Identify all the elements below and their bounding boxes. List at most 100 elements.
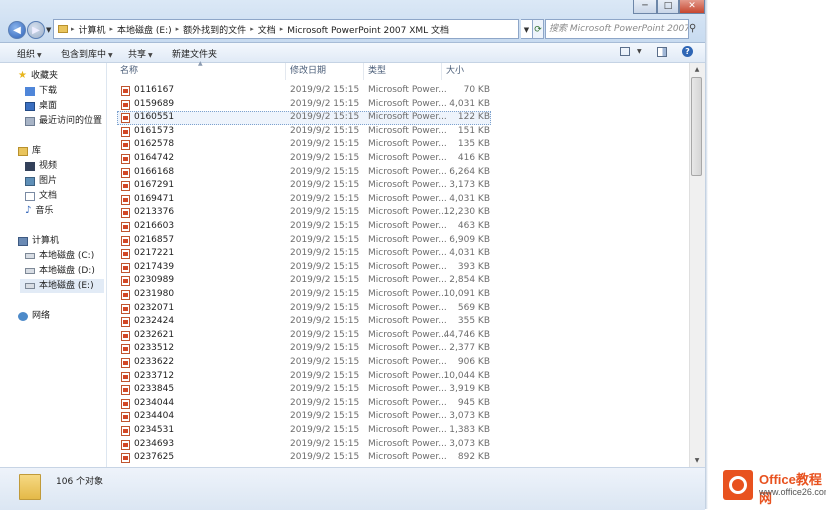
nav-videos[interactable]: 视频 bbox=[25, 159, 57, 173]
help-icon[interactable]: ? bbox=[682, 46, 693, 57]
file-row[interactable]: 0159689 2019/9/2 15:15 Microsoft Power... 4… bbox=[107, 98, 689, 112]
file-row[interactable]: 0217221 2019/9/2 15:15 Microsoft Power... 4… bbox=[107, 247, 689, 261]
minimize-button[interactable]: ─ bbox=[633, 0, 657, 14]
close-button[interactable]: ✕ bbox=[679, 0, 705, 14]
file-row[interactable]: 0116167 2019/9/2 15:15 Microsoft Power... 7… bbox=[107, 84, 689, 98]
nav-libraries[interactable]: 库 bbox=[18, 144, 41, 158]
file-row[interactable]: 0233622 2019/9/2 15:15 Microsoft Power... 9… bbox=[107, 356, 689, 370]
file-row[interactable]: 0231980 2019/9/2 15:15 Microsoft Power... 1… bbox=[107, 288, 689, 302]
file-name: 0237625 bbox=[134, 452, 175, 463]
file-date: 2019/9/2 15:15 bbox=[290, 261, 360, 272]
file-row[interactable]: 0234404 2019/9/2 15:15 Microsoft Power... 3… bbox=[107, 410, 689, 424]
breadcrumb-separator-icon[interactable]: ▸ bbox=[176, 25, 180, 33]
nav-recent[interactable]: 最近访问的位置 bbox=[25, 114, 102, 128]
breadcrumb-separator-icon[interactable]: ▸ bbox=[280, 25, 284, 33]
nav-drive-e[interactable]: 本地磁盘 (E:) bbox=[20, 279, 104, 293]
file-row[interactable]: 0213376 2019/9/2 15:15 Microsoft Power... 1… bbox=[107, 206, 689, 220]
file-row[interactable]: 0237625 2019/9/2 15:15 Microsoft Power... 8… bbox=[107, 451, 689, 465]
maximize-button[interactable]: □ bbox=[657, 0, 679, 14]
file-row[interactable]: 0216603 2019/9/2 15:15 Microsoft Power... 4… bbox=[107, 220, 689, 234]
forward-button[interactable]: ▶ bbox=[27, 21, 45, 39]
file-type: Microsoft Power... bbox=[368, 221, 447, 231]
nav-drive-c[interactable]: 本地磁盘 (C:) bbox=[25, 249, 94, 263]
powerpoint-file-icon bbox=[121, 330, 130, 341]
file-row[interactable]: 0230989 2019/9/2 15:15 Microsoft Power... 2… bbox=[107, 274, 689, 288]
file-row[interactable]: 0169471 2019/9/2 15:15 Microsoft Power... 4… bbox=[107, 193, 689, 207]
file-row[interactable]: 0166168 2019/9/2 15:15 Microsoft Power... 6… bbox=[107, 166, 689, 180]
downloads-folder-icon bbox=[25, 86, 35, 96]
powerpoint-file-icon bbox=[121, 290, 130, 300]
file-row[interactable]: 0161573 2019/9/2 15:15 Microsoft Power... 1… bbox=[107, 125, 689, 139]
address-history-dropdown-icon[interactable]: ▼ bbox=[521, 19, 533, 39]
scroll-down-icon[interactable]: ▼ bbox=[690, 455, 704, 467]
file-row[interactable]: 0162578 2019/9/2 15:15 Microsoft Power... 1… bbox=[107, 138, 689, 152]
change-view-icon[interactable] bbox=[620, 47, 630, 56]
file-name: 0230989 bbox=[134, 275, 175, 286]
view-options-dropdown-icon[interactable]: ▼ bbox=[637, 48, 642, 55]
file-row[interactable]: 0217439 2019/9/2 15:15 Microsoft Power... 3… bbox=[107, 261, 689, 275]
file-row[interactable]: 0234531 2019/9/2 15:15 Microsoft Power... 1… bbox=[107, 424, 689, 438]
drive-icon bbox=[25, 283, 35, 289]
back-button[interactable]: ◀ bbox=[8, 21, 26, 39]
share-button[interactable]: 共享 ▼ bbox=[128, 47, 153, 60]
powerpoint-file-icon bbox=[121, 154, 130, 164]
file-name: 0231980 bbox=[134, 289, 175, 299]
breadcrumb-pptx-documents[interactable]: Microsoft PowerPoint 2007 XML 文档 bbox=[287, 23, 449, 36]
file-date: 2019/9/2 15:15 bbox=[290, 153, 360, 163]
file-type: Microsoft Power... bbox=[368, 357, 447, 367]
nav-desktop[interactable]: 桌面 bbox=[25, 99, 57, 113]
file-date: 2019/9/2 15:15 bbox=[290, 139, 360, 150]
file-row[interactable]: 0233845 2019/9/2 15:15 Microsoft Power... 3… bbox=[107, 383, 689, 397]
file-size: 151 KB bbox=[457, 125, 490, 136]
organize-button[interactable]: 组织 ▼ bbox=[17, 47, 42, 60]
include-in-library-button[interactable]: 包含到库中 ▼ bbox=[61, 47, 113, 60]
file-row[interactable]: 0232621 2019/9/2 15:15 Microsoft Power... 4… bbox=[107, 329, 689, 343]
file-row[interactable]: 0234044 2019/9/2 15:15 Microsoft Power... 9… bbox=[107, 397, 689, 411]
new-folder-button[interactable]: 新建文件夹 bbox=[172, 47, 217, 60]
file-date: 2019/9/2 15:15 bbox=[290, 180, 360, 191]
file-row[interactable]: 0160551 2019/9/2 15:15 Microsoft Power... 1… bbox=[107, 111, 689, 125]
breadcrumb-found-files[interactable]: 额外找到的文件 bbox=[183, 23, 246, 36]
powerpoint-file-icon bbox=[121, 208, 130, 219]
file-row[interactable]: 0216857 2019/9/2 15:15 Microsoft Power... 6… bbox=[107, 234, 689, 248]
file-row[interactable]: 0233712 2019/9/2 15:15 Microsoft Power... 1… bbox=[107, 370, 689, 384]
scroll-up-icon[interactable]: ▲ bbox=[690, 63, 704, 76]
nav-music[interactable]: ♪ 音乐 bbox=[25, 204, 53, 218]
preview-pane-icon[interactable] bbox=[657, 47, 667, 57]
column-header-type[interactable]: 类型 bbox=[364, 63, 442, 80]
nav-drive-d[interactable]: 本地磁盘 (D:) bbox=[25, 264, 95, 278]
refresh-button[interactable]: ⟳ bbox=[533, 19, 544, 39]
address-bar[interactable]: ▸ 计算机 ▸ 本地磁盘 (E:) ▸ 额外找到的文件 ▸ 文档 ▸ Micro… bbox=[53, 19, 519, 39]
nav-downloads[interactable]: 下载 bbox=[25, 84, 57, 98]
file-size: 463 KB bbox=[457, 221, 490, 231]
scrollbar-thumb[interactable] bbox=[691, 77, 702, 176]
breadcrumb-drive-e[interactable]: 本地磁盘 (E:) bbox=[117, 23, 172, 36]
nav-pictures[interactable]: 图片 bbox=[25, 174, 57, 188]
breadcrumb-separator-icon[interactable]: ▸ bbox=[110, 25, 114, 33]
breadcrumb-computer[interactable]: 计算机 bbox=[79, 23, 106, 36]
column-header-size[interactable]: 大小 bbox=[442, 63, 492, 80]
file-row[interactable]: 0232071 2019/9/2 15:15 Microsoft Power... 5… bbox=[107, 302, 689, 316]
pictures-icon bbox=[25, 176, 35, 186]
powerpoint-file-icon bbox=[121, 371, 130, 382]
nav-network[interactable]: 网络 bbox=[18, 309, 50, 323]
search-icon[interactable]: ⚲ bbox=[689, 19, 702, 39]
recent-pages-dropdown-icon[interactable]: ▼ bbox=[46, 26, 51, 34]
column-header-date[interactable]: 修改日期 bbox=[286, 63, 364, 80]
nav-favorites[interactable]: ★ 收藏夹 bbox=[18, 69, 58, 83]
file-row[interactable]: 0233512 2019/9/2 15:15 Microsoft Power... 2… bbox=[107, 342, 689, 356]
breadcrumb-separator-icon[interactable]: ▸ bbox=[71, 25, 75, 33]
file-row[interactable]: 0164742 2019/9/2 15:15 Microsoft Power... 4… bbox=[107, 152, 689, 166]
file-row[interactable]: 0234693 2019/9/2 15:15 Microsoft Power... 3… bbox=[107, 438, 689, 452]
file-row[interactable]: 0167291 2019/9/2 15:15 Microsoft Power... 3… bbox=[107, 179, 689, 193]
file-type: Microsoft Power... bbox=[368, 207, 447, 218]
item-count: 106 个对象 bbox=[56, 477, 104, 487]
breadcrumb-separator-icon[interactable]: ▸ bbox=[250, 25, 254, 33]
breadcrumb-documents[interactable]: 文档 bbox=[258, 23, 276, 36]
nav-documents[interactable]: 文档 bbox=[25, 189, 57, 203]
file-type: Microsoft Power... bbox=[368, 85, 447, 95]
file-row[interactable]: 0232424 2019/9/2 15:15 Microsoft Power... 3… bbox=[107, 315, 689, 329]
file-date: 2019/9/2 15:15 bbox=[290, 452, 360, 463]
nav-computer[interactable]: 计算机 bbox=[18, 234, 59, 248]
search-input[interactable]: 搜索 Microsoft PowerPoint 2007 X... bbox=[545, 19, 689, 39]
